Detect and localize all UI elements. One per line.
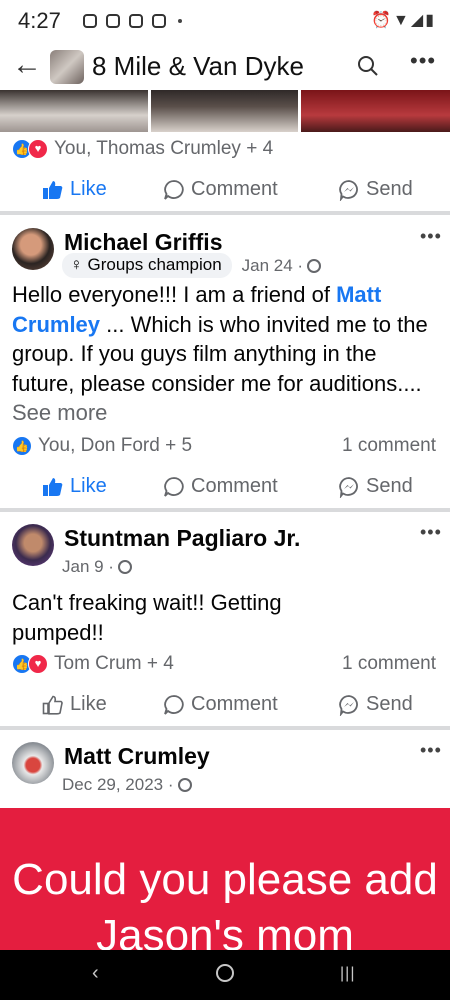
- system-status-icons: ⏰▼◢▮: [371, 12, 436, 29]
- author-name[interactable]: Stuntman Pagliaro Jr.: [64, 525, 300, 552]
- post-divider: [0, 726, 450, 730]
- nav-recents-icon[interactable]: |||: [340, 965, 355, 983]
- messenger-icon: [338, 476, 360, 498]
- notification-icon: [106, 14, 120, 28]
- privacy-icon: [307, 258, 322, 273]
- reactions-summary[interactable]: 👍 ♥ Tom Crum + 4: [12, 653, 174, 675]
- nav-home-icon[interactable]: [216, 964, 234, 982]
- post-text: Hello everyone!!! I am a friend of Matt …: [12, 282, 428, 425]
- thumbs-up-icon: [42, 180, 64, 200]
- post-date[interactable]: Dec 29, 2023 ·: [62, 775, 174, 795]
- post-meta: Dec 29, 2023 ·: [62, 775, 192, 795]
- comment-button[interactable]: Comment: [163, 178, 278, 201]
- comment-count[interactable]: 1 comment: [342, 435, 436, 457]
- reactions-text: Tom Crum + 4: [54, 653, 174, 674]
- reactions-text: You, Thomas Crumley + 4: [54, 138, 274, 159]
- status-time: 4:27: [18, 8, 61, 33]
- comment-button[interactable]: Comment: [163, 475, 278, 498]
- thumbs-up-icon: [42, 477, 64, 497]
- group-title[interactable]: 8 Mile & Van Dyke: [92, 51, 304, 82]
- search-icon[interactable]: [356, 54, 380, 78]
- author-name[interactable]: Michael Griffis: [64, 229, 222, 256]
- post-meta: ♀ Groups champion Jan 24 ·: [62, 253, 322, 278]
- love-reaction-icon: ♥: [28, 654, 48, 674]
- messenger-icon: [338, 179, 360, 201]
- more-options-icon[interactable]: •••: [410, 48, 436, 74]
- reactions-summary[interactable]: 👍 ♥ You, Thomas Crumley + 4: [12, 138, 273, 160]
- avatar[interactable]: [12, 742, 54, 784]
- author-name[interactable]: Matt Crumley: [64, 743, 210, 770]
- groups-champion-badge[interactable]: ♀ Groups champion: [62, 253, 232, 278]
- post-date[interactable]: Jan 9 ·: [62, 557, 114, 577]
- comment-bubble-icon: [163, 476, 185, 498]
- nav-back-icon[interactable]: ‹: [92, 962, 99, 985]
- post-more-icon[interactable]: •••: [420, 522, 442, 543]
- like-button[interactable]: Like: [42, 693, 107, 716]
- love-reaction-icon: ♥: [28, 139, 48, 159]
- post-actions: Like Comment Send: [0, 685, 450, 725]
- back-arrow-icon[interactable]: ←: [12, 50, 42, 80]
- like-reaction-icon: 👍: [12, 436, 32, 456]
- app-bar: ← 8 Mile & Van Dyke •••: [0, 44, 450, 90]
- status-bar: 4:27 ⏰▼◢▮: [0, 0, 450, 44]
- post-more-icon[interactable]: •••: [420, 226, 442, 247]
- post-meta: Jan 9 ·: [62, 557, 132, 577]
- post-photo[interactable]: [0, 90, 148, 132]
- reactions-summary[interactable]: 👍 You, Don Ford + 5: [12, 435, 192, 457]
- send-button[interactable]: Send: [338, 178, 413, 201]
- avatar[interactable]: [12, 228, 54, 270]
- comment-bubble-icon: [163, 694, 185, 716]
- group-thumbnail[interactable]: [50, 50, 84, 84]
- post-photos[interactable]: [0, 90, 450, 132]
- thumbs-up-icon: [42, 695, 64, 715]
- champion-icon: ♀: [70, 255, 88, 274]
- text-post-banner[interactable]: Could you please add Jason's mom: [0, 808, 450, 950]
- post-divider: [0, 508, 450, 512]
- notification-icon: [152, 14, 166, 28]
- post-photo[interactable]: [151, 90, 298, 132]
- post-text: Can't freaking wait!! Getting pumped!!: [12, 590, 282, 645]
- privacy-icon: [177, 778, 192, 792]
- comment-button[interactable]: Comment: [163, 693, 278, 716]
- messenger-icon: [338, 694, 360, 716]
- see-more-link[interactable]: See more: [12, 400, 107, 425]
- banner-text: Could you please add Jason's mom: [12, 855, 438, 950]
- post-photo[interactable]: [301, 90, 450, 132]
- comment-count[interactable]: 1 comment: [342, 653, 436, 675]
- notification-icon: [129, 14, 143, 28]
- privacy-icon: [117, 560, 132, 574]
- system-navigation-bar: ‹ |||: [0, 950, 450, 1000]
- like-button[interactable]: Like: [42, 475, 107, 498]
- send-button[interactable]: Send: [338, 693, 413, 716]
- post-actions: Like Comment Send: [0, 467, 450, 507]
- notification-icon: [83, 14, 97, 28]
- more-notifications-icon: [178, 19, 182, 23]
- reactions-text: You, Don Ford + 5: [38, 435, 193, 456]
- post-date[interactable]: Jan 24 ·: [242, 256, 303, 276]
- comment-bubble-icon: [163, 179, 185, 201]
- post-divider: [0, 211, 450, 215]
- post-more-icon[interactable]: •••: [420, 740, 442, 761]
- avatar[interactable]: [12, 524, 54, 566]
- send-button[interactable]: Send: [338, 475, 413, 498]
- post-actions: Like Comment Send: [0, 170, 450, 210]
- like-button[interactable]: Like: [42, 178, 107, 201]
